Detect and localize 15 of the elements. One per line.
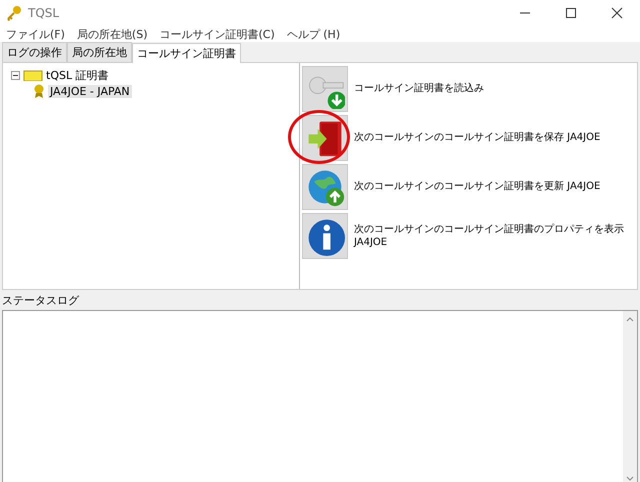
- action-label: 次のコールサインのコールサイン証明書のプロパティを表示 JA4JOE: [354, 222, 624, 248]
- menu-item[interactable]: ファイル(F): [6, 26, 65, 42]
- tab[interactable]: 局の所在地: [67, 42, 132, 62]
- action-label: 次のコールサインのコールサイン証明書を保存 JA4JOE: [354, 131, 600, 144]
- window-title: TQSL: [28, 6, 60, 20]
- action-label: 次のコールサインのコールサイン証明書を更新 JA4JOE: [354, 180, 600, 193]
- menu-item[interactable]: コールサイン証明書(C): [160, 26, 275, 42]
- tree-item[interactable]: JA4JOE - JAPAN: [48, 84, 132, 98]
- status-log-label: ステータスログ: [1, 293, 80, 309]
- menu-item[interactable]: 局の所在地(S): [76, 26, 148, 42]
- tree-item[interactable]: tQSL 証明書: [46, 68, 109, 82]
- action-label: コールサイン証明書を読込み: [354, 82, 484, 95]
- menu-item[interactable]: ヘルプ (H): [286, 26, 340, 42]
- tab[interactable]: コールサイン証明書: [132, 43, 241, 63]
- tab[interactable]: ログの操作: [2, 42, 67, 62]
